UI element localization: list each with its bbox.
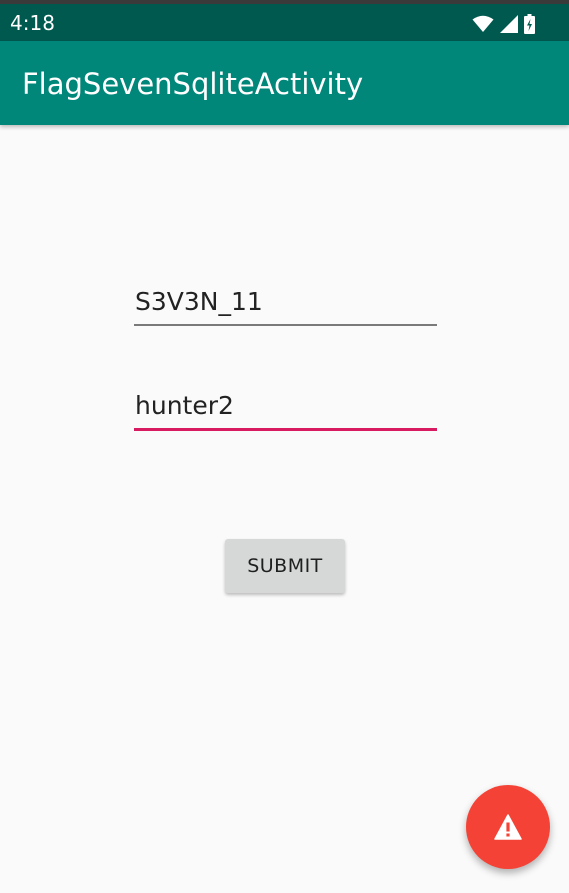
warning-icon [494, 814, 522, 840]
password-input[interactable] [134, 390, 437, 428]
app-bar: FlagSevenSqliteActivity [0, 41, 569, 125]
submit-label: SUBMIT [247, 555, 323, 577]
status-time: 4:18 [10, 11, 55, 35]
status-bar: 4:18 [0, 4, 569, 41]
username-field[interactable] [134, 286, 437, 326]
password-field[interactable] [134, 390, 437, 431]
username-underline [134, 324, 437, 326]
wifi-icon [472, 15, 494, 33]
battery-charging-icon [524, 14, 535, 34]
app-title: FlagSevenSqliteActivity [22, 67, 364, 101]
password-underline-focused [134, 428, 437, 431]
status-icons [472, 13, 535, 35]
warning-fab-button[interactable] [466, 785, 550, 869]
username-input[interactable] [134, 286, 437, 324]
cell-signal-icon [500, 15, 518, 33]
submit-button[interactable]: SUBMIT [225, 539, 345, 593]
